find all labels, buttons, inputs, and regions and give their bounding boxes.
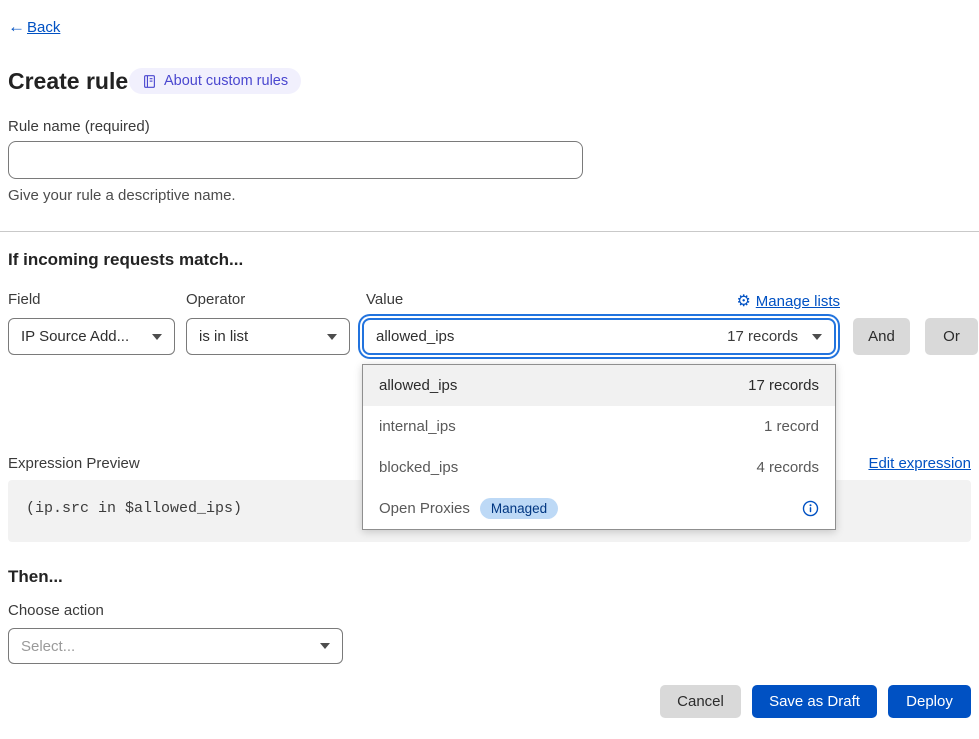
field-label: Field [8, 291, 41, 308]
rule-name-helper-text: Give your rule a descriptive name. [8, 187, 236, 204]
manage-lists-label: Manage lists [756, 293, 840, 310]
list-item-allowed-ips[interactable]: allowed_ips 17 records [363, 365, 835, 406]
list-item-count: 17 records [748, 377, 819, 394]
value-select-value: allowed_ips [376, 328, 454, 345]
deploy-button[interactable]: Deploy [888, 685, 971, 718]
and-button[interactable]: And [853, 318, 910, 355]
match-section-heading: If incoming requests match... [8, 250, 243, 270]
save-as-draft-button[interactable]: Save as Draft [752, 685, 877, 718]
manage-lists-link[interactable]: ⚙ Manage lists [736, 291, 840, 311]
rule-name-input[interactable] [8, 141, 583, 179]
list-item-blocked-ips[interactable]: blocked_ips 4 records [363, 447, 835, 488]
action-select[interactable]: Select... [8, 628, 343, 664]
about-custom-rules-badge[interactable]: About custom rules [129, 68, 301, 94]
chevron-down-icon [812, 334, 822, 340]
list-item-count: 4 records [756, 459, 819, 476]
back-arrow-icon: ← [8, 17, 25, 37]
expression-code: (ip.src in $allowed_ips) [26, 500, 242, 517]
info-icon[interactable] [802, 500, 819, 517]
gear-icon: ⚙ [736, 291, 750, 311]
list-item-name: blocked_ips [379, 459, 458, 476]
rule-name-label: Rule name (required) [8, 118, 150, 135]
operator-select-value: is in list [199, 328, 248, 345]
about-badge-label: About custom rules [164, 73, 288, 89]
choose-action-label: Choose action [8, 602, 104, 619]
page-title: Create rule [8, 68, 128, 95]
field-select-value: IP Source Add... [21, 328, 129, 345]
section-divider [0, 231, 979, 232]
book-icon [142, 74, 157, 89]
managed-badge: Managed [480, 498, 558, 519]
list-item-internal-ips[interactable]: internal_ips 1 record [363, 406, 835, 447]
list-item-name: allowed_ips [379, 377, 457, 394]
operator-label: Operator [186, 291, 245, 308]
back-link-label: Back [27, 19, 60, 36]
or-button[interactable]: Or [925, 318, 978, 355]
value-select-record-count: 17 records [727, 328, 802, 345]
list-item-count: 1 record [764, 418, 819, 435]
operator-select[interactable]: is in list [186, 318, 350, 355]
edit-expression-link[interactable]: Edit expression [868, 455, 971, 472]
action-select-placeholder: Select... [21, 638, 75, 655]
list-item-open-proxies[interactable]: Open Proxies Managed [363, 488, 835, 529]
back-link[interactable]: ← Back [8, 17, 60, 37]
create-rule-page: ← Back Create rule About custom rules Ru… [0, 0, 979, 739]
then-section-heading: Then... [8, 567, 63, 587]
expression-preview-label: Expression Preview [8, 455, 140, 472]
list-item-name: Open Proxies [379, 500, 470, 517]
chevron-down-icon [152, 334, 162, 340]
value-select[interactable]: allowed_ips 17 records [362, 318, 836, 355]
cancel-button[interactable]: Cancel [660, 685, 741, 718]
chevron-down-icon [327, 334, 337, 340]
chevron-down-icon [320, 643, 330, 649]
value-label: Value [366, 291, 403, 308]
field-select[interactable]: IP Source Add... [8, 318, 175, 355]
list-dropdown-popup: allowed_ips 17 records internal_ips 1 re… [362, 364, 836, 530]
list-item-name: internal_ips [379, 418, 456, 435]
